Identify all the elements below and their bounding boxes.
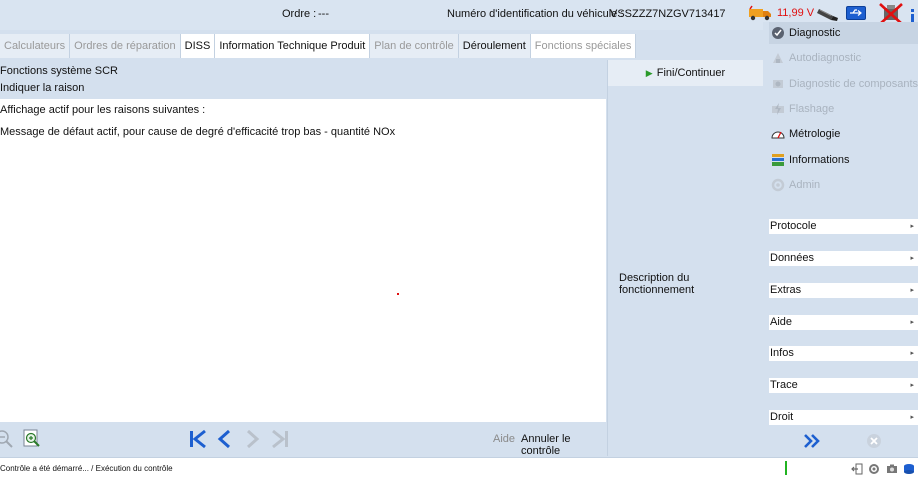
previous-icon[interactable]: [215, 429, 235, 449]
procedure-header: Fonctions système SCR Indiquer la raison: [0, 60, 606, 98]
database-icon[interactable]: [903, 463, 915, 475]
section-aide[interactable]: Aide ▸: [769, 315, 918, 330]
menu-informations[interactable]: Informations: [769, 149, 918, 171]
order-value: ---: [318, 8, 329, 20]
usb-icon: [846, 6, 866, 20]
help-button[interactable]: Aide: [493, 433, 515, 445]
right-sidebar: Diagnostic Autodiagnostic Diagnostic de …: [763, 22, 918, 456]
chevron-right-icon: ▸: [910, 414, 914, 421]
finish-continue-button[interactable]: ▶ Fini/Continuer: [608, 60, 763, 86]
reason-message: Message de défaut actif, pour cause de d…: [0, 126, 396, 138]
vehicle-icon: [749, 5, 771, 21]
close-icon[interactable]: [866, 433, 882, 449]
gauge-icon: [771, 131, 785, 139]
section-protocole-label: Protocole: [770, 220, 817, 232]
tab-repair-orders[interactable]: Ordres de réparation: [70, 34, 181, 58]
tab-diss[interactable]: DISS: [180, 34, 216, 58]
menu-admin-label: Admin: [789, 179, 821, 191]
sidebar-bottom-bar: [763, 426, 918, 456]
tab-special-functions[interactable]: Fonctions spéciales: [530, 34, 637, 58]
double-chevron-right-icon[interactable]: [804, 434, 820, 448]
section-aide-label: Aide: [770, 316, 793, 328]
vin-label: Numéro d'identification du véhicule :: [447, 8, 624, 20]
component-diagnostic-icon: [773, 80, 783, 88]
first-page-icon[interactable]: [188, 429, 208, 449]
menu-flashage[interactable]: Flashage: [769, 98, 918, 120]
menu-metrologie[interactable]: Métrologie: [769, 123, 918, 145]
books-icon: [772, 154, 784, 166]
zoom-out-icon[interactable]: [0, 429, 14, 449]
status-indicator: [785, 461, 787, 475]
menu-diagnostic[interactable]: Diagnostic: [769, 22, 918, 44]
section-infos-label: Infos: [770, 347, 794, 359]
tab-control-plan[interactable]: Plan de contrôle: [370, 34, 459, 58]
section-trace-label: Trace: [770, 379, 798, 391]
menu-autodiagnostic[interactable]: Autodiagnostic: [769, 47, 918, 69]
camera-icon[interactable]: [886, 463, 898, 475]
admin-icon: [771, 178, 785, 192]
reason-intro: Affichage actif pour les raisons suivant…: [0, 104, 206, 116]
order-label: Ordre :: [282, 8, 317, 20]
status-text: Contrôle a été démarré... / Exécution du…: [0, 464, 173, 473]
section-droit-label: Droit: [770, 411, 794, 423]
status-bar: Contrôle a été démarré... / Exécution du…: [0, 457, 918, 480]
chevron-right-icon: ▸: [910, 287, 914, 294]
section-donnees-label: Données: [770, 252, 815, 264]
function-description-button[interactable]: Description du fonctionnement: [619, 272, 762, 296]
exit-icon[interactable]: [851, 463, 863, 475]
next-icon[interactable]: [242, 429, 262, 449]
section-protocole[interactable]: Protocole ▸: [769, 219, 918, 234]
procedure-content: Affichage actif pour les raisons suivant…: [0, 99, 606, 422]
last-page-icon[interactable]: [270, 429, 290, 449]
zoom-in-icon[interactable]: [22, 429, 42, 449]
chevron-right-icon: ▸: [910, 350, 914, 357]
menu-component-diagnostic-label: Diagnostic de composants: [789, 78, 918, 90]
chevron-right-icon: ▸: [910, 319, 914, 326]
chevron-right-icon: ▸: [910, 223, 914, 230]
section-trace[interactable]: Trace ▸: [769, 378, 918, 393]
vin-value: VSSZZZ7NZGV713417: [610, 8, 726, 20]
menu-informations-label: Informations: [789, 154, 850, 166]
red-marker-dot: [397, 293, 399, 295]
procedure-subtitle: Indiquer la raison: [0, 82, 85, 94]
procedure-title: Fonctions système SCR: [0, 65, 118, 77]
menu-component-diagnostic[interactable]: Diagnostic de composants: [769, 73, 918, 95]
tab-deroulement[interactable]: Déroulement: [458, 34, 531, 58]
section-donnees[interactable]: Données ▸: [769, 251, 918, 266]
chevron-right-icon: ▸: [910, 255, 914, 262]
section-infos[interactable]: Infos ▸: [769, 346, 918, 361]
main-tabs: Calculateurs Ordres de réparation DISS I…: [0, 34, 637, 58]
section-extras[interactable]: Extras ▸: [769, 283, 918, 298]
procedure-toolbar: Aide Annuler le contrôle: [0, 423, 606, 457]
settings-icon[interactable]: [868, 463, 880, 475]
play-icon: ▶: [645, 68, 653, 78]
tab-technical-info[interactable]: Information Technique Produit: [215, 34, 371, 58]
diagnostic-icon: [772, 27, 784, 39]
vci-dongle-icon: [817, 9, 838, 21]
action-panel: ▶ Fini/Continuer Description du fonctionn…: [607, 60, 763, 456]
cancel-control-button[interactable]: Annuler le contrôle: [521, 433, 606, 457]
chevron-right-icon: ▸: [910, 382, 914, 389]
menu-flashage-label: Flashage: [789, 103, 835, 115]
menu-metrologie-label: Métrologie: [789, 128, 841, 140]
autodiagnostic-icon: [773, 53, 783, 63]
section-extras-label: Extras: [770, 284, 802, 296]
flash-icon: [772, 103, 784, 115]
menu-diagnostic-label: Diagnostic: [789, 27, 841, 39]
menu-admin[interactable]: Admin: [769, 174, 918, 196]
tab-calculateurs[interactable]: Calculateurs: [0, 34, 71, 58]
battery-voltage: 11,99 V: [777, 7, 815, 19]
menu-autodiagnostic-label: Autodiagnostic: [789, 52, 862, 64]
finish-continue-label: Fini/Continuer: [656, 67, 726, 79]
section-droit[interactable]: Droit ▸: [769, 410, 918, 425]
